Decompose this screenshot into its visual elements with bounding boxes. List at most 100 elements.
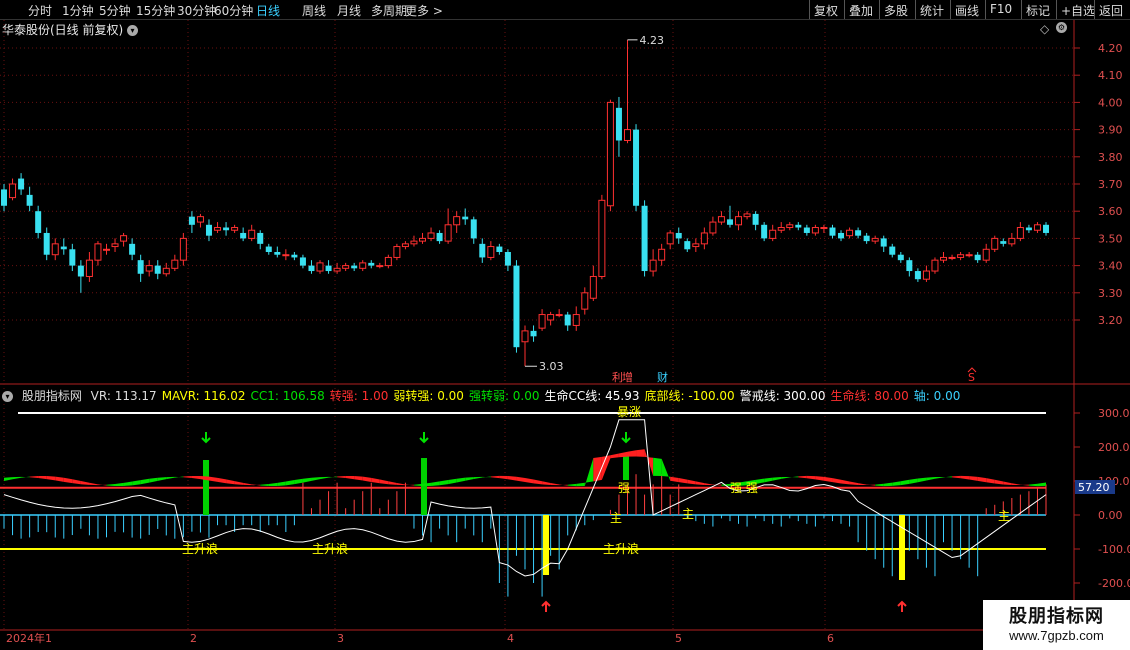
- candle-body: [564, 314, 571, 326]
- vr-band-segment: [670, 476, 679, 483]
- candle-body: [914, 271, 921, 280]
- vr-band-segment: [892, 481, 901, 486]
- candle-body: [384, 256, 392, 267]
- time-axis-label: 2: [190, 632, 197, 645]
- candle-body: [521, 330, 529, 343]
- candle-body: [880, 238, 887, 247]
- ind-axis-label: -200.00: [1098, 577, 1130, 590]
- annot-baozhang: 暴涨: [617, 404, 641, 419]
- indicator-value-3: 转强: 1.00: [329, 389, 389, 403]
- chevron-down-icon[interactable]: ▾: [2, 391, 13, 402]
- vr-band-segment: [653, 457, 662, 477]
- candle-body: [171, 259, 179, 269]
- candle-body: [906, 260, 913, 272]
- candle-body: [855, 230, 862, 236]
- vr-band-segment: [243, 482, 252, 486]
- vr-band-segment: [601, 455, 611, 480]
- vr-band-segment: [29, 475, 39, 478]
- event-mark-zeng: 增: [622, 370, 633, 384]
- vr-band-segment: [345, 475, 355, 480]
- candle-body: [1016, 227, 1024, 239]
- watermark: 股朋指标网 www.7gpzb.com: [983, 600, 1130, 650]
- candle-body: [965, 254, 973, 257]
- vr-band-segment: [174, 476, 184, 478]
- vr-band-segment: [80, 481, 90, 485]
- indicator-value-9: 生命线: 80.00: [830, 389, 909, 403]
- candle-body: [871, 237, 879, 242]
- vr-band-segment: [789, 476, 799, 478]
- candle-body: [589, 275, 597, 299]
- candle-body: [777, 227, 785, 231]
- green-signal-bar: [421, 458, 427, 515]
- candle-body: [18, 178, 25, 190]
- vr-band-segment: [678, 478, 688, 484]
- candle-body: [717, 216, 725, 223]
- candle-body: [351, 265, 358, 269]
- candle-body: [145, 265, 153, 272]
- candle-body: [820, 227, 828, 230]
- vr-band-segment: [969, 476, 978, 481]
- price-axis-label: 4.10: [1098, 69, 1123, 82]
- candle-body: [633, 129, 640, 206]
- candle-body: [572, 314, 580, 326]
- candle-body: [889, 246, 896, 255]
- vr-band-segment: [832, 478, 842, 484]
- vr-band-segment: [823, 476, 833, 483]
- candle-body: [188, 216, 195, 225]
- vr-band-segment: [157, 477, 167, 481]
- candle-body: [111, 243, 119, 248]
- ind-axis-label: 200.00: [1098, 441, 1130, 454]
- candle-body: [102, 248, 110, 251]
- vr-band-segment: [1020, 484, 1029, 486]
- vr-band-segment: [439, 479, 449, 486]
- candle-body: [829, 227, 836, 236]
- vr-band-segment: [166, 476, 175, 480]
- vr-band-segment: [226, 479, 235, 485]
- vr-band-segment: [294, 478, 303, 485]
- vr-band-segment: [499, 475, 508, 480]
- vr-band-segment: [431, 481, 440, 486]
- vr-band-segment: [1037, 482, 1046, 487]
- candle-body: [376, 265, 384, 268]
- ind-axis-label: -100.00: [1098, 543, 1130, 556]
- candle-body: [1, 189, 7, 206]
- vr-band-segment: [106, 484, 116, 487]
- candle-body: [615, 107, 622, 141]
- vr-band-segment: [516, 476, 525, 483]
- vr-band-segment: [875, 483, 884, 487]
- vr-band-segment: [1011, 483, 1021, 486]
- candle-body: [795, 224, 802, 228]
- candle-body: [658, 248, 666, 261]
- candle-body: [77, 265, 84, 277]
- vr-band-segment: [490, 475, 500, 479]
- vr-band-segment: [960, 475, 970, 480]
- candle-body: [752, 213, 759, 225]
- candle-body: [291, 254, 298, 258]
- candle-body: [863, 235, 870, 242]
- price-axis-label: 3.50: [1098, 232, 1123, 245]
- vr-band-segment: [140, 478, 150, 485]
- vr-band-segment: [208, 476, 218, 482]
- vr-band-segment: [260, 483, 269, 487]
- candle-body: [9, 183, 17, 199]
- price-axis-label: 3.30: [1098, 287, 1123, 300]
- candle-body: [393, 246, 401, 258]
- vr-band-segment: [362, 476, 372, 482]
- indicator-value-6: 生命CC线: 45.93: [544, 389, 640, 403]
- candle-body: [641, 205, 648, 272]
- candle-body: [598, 199, 606, 277]
- up-arrow-icon: [541, 600, 551, 612]
- indicator-value-8: 警戒线: 300.00: [739, 389, 826, 403]
- vr-band-segment: [576, 482, 585, 487]
- candle-body: [35, 211, 42, 233]
- annot-zhu-1: 主: [610, 511, 622, 525]
- candle-body: [1025, 227, 1032, 231]
- vr-band-segment: [4, 477, 13, 481]
- vr-band-segment: [772, 477, 782, 481]
- candle-body: [214, 227, 222, 231]
- vr-band-segment: [72, 479, 81, 485]
- vr-band-segment: [781, 476, 790, 479]
- candle-body: [547, 314, 555, 321]
- kline-chart[interactable]: 4.20 4.10 4.00 3.90 3.80 3.70 3.60 3.50 3.40 3.30…: [0, 0, 1130, 650]
- candle-body: [735, 216, 743, 226]
